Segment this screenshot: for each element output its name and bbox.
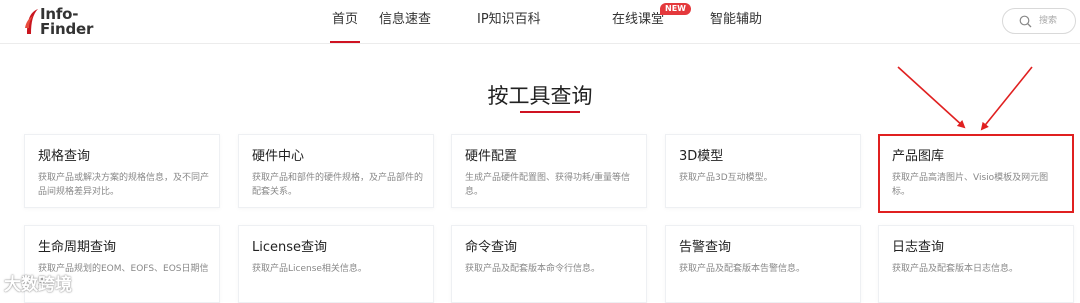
card-spec-query[interactable]: 规格查询 获取产品或解决方案的规格信息，及不同产品间规格差异对比。	[24, 134, 220, 208]
card-hardware-config[interactable]: 硬件配置 生成产品硬件配置图、获得功耗/重量等信息。	[451, 134, 647, 208]
card-title: 硬件中心	[252, 149, 305, 164]
search-placeholder: 搜索	[1039, 16, 1058, 26]
card-hardware-center[interactable]: 硬件中心 获取产品和部件的硬件规格，及产品部件的配套关系。	[238, 134, 434, 208]
card-title: 3D模型	[679, 149, 724, 164]
card-title: 硬件配置	[465, 149, 518, 164]
card-log-query[interactable]: 日志查询 获取产品及配套版本日志信息。	[878, 225, 1074, 303]
nav-home[interactable]: 首页	[329, 12, 361, 43]
card-alarm-query[interactable]: 告警查询 获取产品及配套版本告警信息。	[665, 225, 861, 303]
search-icon[interactable]	[1019, 15, 1032, 28]
info-finder-logo[interactable]: Info- Finder	[24, 6, 114, 38]
card-title: License查询	[252, 240, 328, 255]
watermark-text: 大数跨境	[4, 275, 72, 295]
section-title: 按工具查询	[487, 84, 593, 108]
card-title: 生命周期查询	[38, 240, 117, 255]
card-desc: 获取产品3D互动模型。	[679, 173, 773, 183]
card-desc: 获取产品及配套版本命令行信息。	[465, 264, 601, 274]
card-desc: 生成产品硬件配置图、获得功耗/重量等信息。	[465, 173, 631, 197]
card-title: 规格查询	[38, 149, 91, 164]
card-desc: 获取产品及配套版本告警信息。	[679, 264, 806, 274]
title-underline	[520, 111, 580, 113]
nav-online-class[interactable]: 在线课堂	[612, 12, 664, 28]
card-title: 产品图库	[892, 149, 945, 164]
card-title: 命令查询	[465, 240, 518, 255]
card-license-query[interactable]: License查询 获取产品License相关信息。	[238, 225, 434, 303]
logo-mark-icon	[25, 9, 38, 34]
new-badge: NEW	[660, 3, 691, 15]
logo-line-2: Finder	[40, 20, 94, 38]
nav-ip-wiki[interactable]: IP知识百科	[477, 12, 541, 28]
card-desc: 获取产品和部件的硬件规格，及产品部件的配套关系。	[252, 173, 424, 197]
card-product-gallery[interactable]: 产品图库 获取产品高清图片、Visio模板及网元图标。	[878, 134, 1074, 213]
card-desc: 获取产品或解决方案的规格信息，及不同产品间规格差异对比。	[38, 173, 210, 197]
nav-info-lookup[interactable]: 信息速查	[379, 12, 431, 28]
card-title: 告警查询	[679, 240, 732, 255]
watermark: 大数跨境	[4, 274, 72, 296]
logo-text: Info- Finder	[40, 7, 93, 37]
nav-smart-assist[interactable]: 智能辅助	[710, 12, 762, 28]
card-desc: 获取产品及配套版本日志信息。	[892, 264, 1019, 274]
search-box[interactable]: 搜索	[1002, 8, 1076, 34]
card-3d-model[interactable]: 3D模型 获取产品3D互动模型。	[665, 134, 861, 208]
card-command-query[interactable]: 命令查询 获取产品及配套版本命令行信息。	[451, 225, 647, 303]
card-desc: 获取产品License相关信息。	[252, 264, 367, 274]
card-desc: 获取产品高清图片、Visio模板及网元图标。	[892, 173, 1049, 197]
card-title: 日志查询	[892, 240, 945, 255]
top-navbar: Info- Finder 首页 信息速查 IP知识百科 在线课堂 NEW 智能辅…	[0, 0, 1080, 44]
